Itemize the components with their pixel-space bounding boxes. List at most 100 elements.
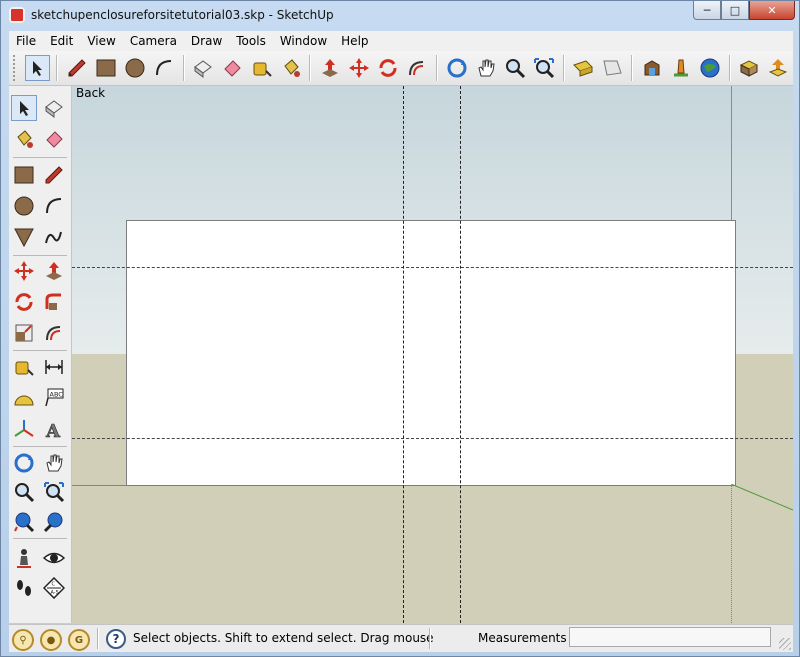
pan-tool-button[interactable] [473,55,498,81]
rotate-tool-button[interactable] [11,289,37,315]
make-component-button[interactable] [41,95,67,121]
credits-icon[interactable]: ● [40,629,62,651]
zoom-tool-button[interactable] [502,55,527,81]
circle-tool-button[interactable] [11,193,37,219]
tape-measure-icon [15,361,34,376]
section-plane-button[interactable]: C A-5 [41,575,67,601]
offset-tool-button[interactable] [41,320,67,346]
push-pull-button[interactable] [41,258,67,284]
zoom-tool-button[interactable] [11,479,37,505]
sign-in-icon[interactable]: G [68,629,90,651]
guide-line-horizontal[interactable] [72,438,793,439]
next-view-button[interactable] [600,55,625,81]
warehouse-icon [644,60,660,76]
orbit-tool-button[interactable] [11,450,37,476]
google-earth-button[interactable] [697,55,722,81]
guide-line-vertical[interactable] [403,86,404,623]
resize-grip[interactable] [779,638,791,650]
arrow-cursor-icon [20,101,29,116]
freehand-tool-button[interactable] [41,224,67,250]
measurements-input[interactable] [569,627,771,647]
zoom-window-button[interactable] [41,479,67,505]
follow-me-button[interactable] [41,289,67,315]
3d-warehouse-button[interactable] [639,55,664,81]
circle-tool-button[interactable] [122,55,147,81]
minimize-button[interactable]: ─ [693,1,721,20]
orbit-tool-button[interactable] [444,55,469,81]
status-separator [429,628,431,649]
magnifier-icon [505,59,526,79]
guide-line-vertical[interactable] [460,86,461,623]
previous-view-button[interactable] [571,55,596,81]
upload-model-icon [769,59,788,77]
rotate-icon [15,293,33,311]
menu-camera[interactable]: Camera [123,34,184,48]
zoom-extents-button[interactable] [532,55,557,81]
protractor-tool-button[interactable] [11,385,37,411]
menu-draw[interactable]: Draw [184,34,229,48]
menu-view[interactable]: View [80,34,122,48]
get-models-button[interactable] [737,55,762,81]
toolbar-separator [13,350,67,351]
rectangle-face[interactable] [126,220,736,486]
eraser-tool-button[interactable] [41,126,67,152]
push-pull-button[interactable] [317,55,342,81]
tape-measure-button[interactable] [11,354,37,380]
follow-me-icon [45,293,61,310]
menu-help[interactable]: Help [334,34,375,48]
title-bar: sketchupenclosureforsitetutorial03.skp -… [1,1,800,31]
menu-edit[interactable]: Edit [43,34,80,48]
previous-view-button[interactable] [41,509,67,535]
move-arrows-icon [14,261,34,281]
paint-bucket-button[interactable] [278,55,303,81]
rectangle-tool-button[interactable] [93,55,118,81]
scale-tool-button[interactable] [11,320,37,346]
rectangle-tool-button[interactable] [11,162,37,188]
geolocation-icon[interactable]: ⚲ [12,629,34,651]
offset-tool-button[interactable] [405,55,430,81]
menu-tools[interactable]: Tools [229,34,273,48]
drawing-viewport[interactable]: Back [72,86,793,623]
toolbar-separator [728,55,731,81]
menu-window[interactable]: Window [273,34,334,48]
position-camera-icon [17,549,31,568]
toolbar-grip[interactable] [13,55,19,81]
share-component-button[interactable] [668,55,693,81]
upload-model-button[interactable] [766,55,791,81]
help-icon[interactable]: ? [106,629,126,649]
text-tool-button[interactable]: ABC [41,385,67,411]
paint-bucket-button[interactable] [11,126,37,152]
tape-measure-button[interactable] [249,55,274,81]
line-tool-button[interactable] [64,55,89,81]
polygon-tool-button[interactable] [11,224,37,250]
status-message: Select objects. Shift to extend select. … [133,631,434,645]
menu-file[interactable]: File [9,34,43,48]
pencil-icon [68,59,86,77]
guide-line-horizontal[interactable] [72,267,793,268]
move-tool-button[interactable] [11,258,37,284]
pan-tool-button[interactable] [41,450,67,476]
zoom-extents-button[interactable] [11,509,37,535]
close-button[interactable]: ✕ [749,1,795,20]
move-tool-button[interactable] [347,55,372,81]
dimension-tool-button[interactable] [41,354,67,380]
protractor-icon [14,395,34,406]
walk-tool-button[interactable] [11,575,37,601]
axes-tool-button[interactable] [11,416,37,442]
line-tool-button[interactable] [41,162,67,188]
green-axis-line [731,484,793,511]
look-around-button[interactable] [41,545,67,571]
arc-tool-button[interactable] [41,193,67,219]
position-camera-button[interactable] [11,545,37,571]
maximize-button[interactable]: □ [721,1,749,20]
select-tool-button[interactable] [11,95,37,121]
zoom-window-icon [44,482,65,503]
make-component-button[interactable] [191,55,216,81]
eraser-tool-button[interactable] [220,55,245,81]
rotate-tool-button[interactable] [376,55,401,81]
arc-tool-button[interactable] [152,55,177,81]
3d-text-tool-button[interactable]: A [41,416,67,442]
main-toolbar [9,51,793,86]
hand-icon [46,454,63,472]
select-tool-button[interactable] [24,55,51,81]
